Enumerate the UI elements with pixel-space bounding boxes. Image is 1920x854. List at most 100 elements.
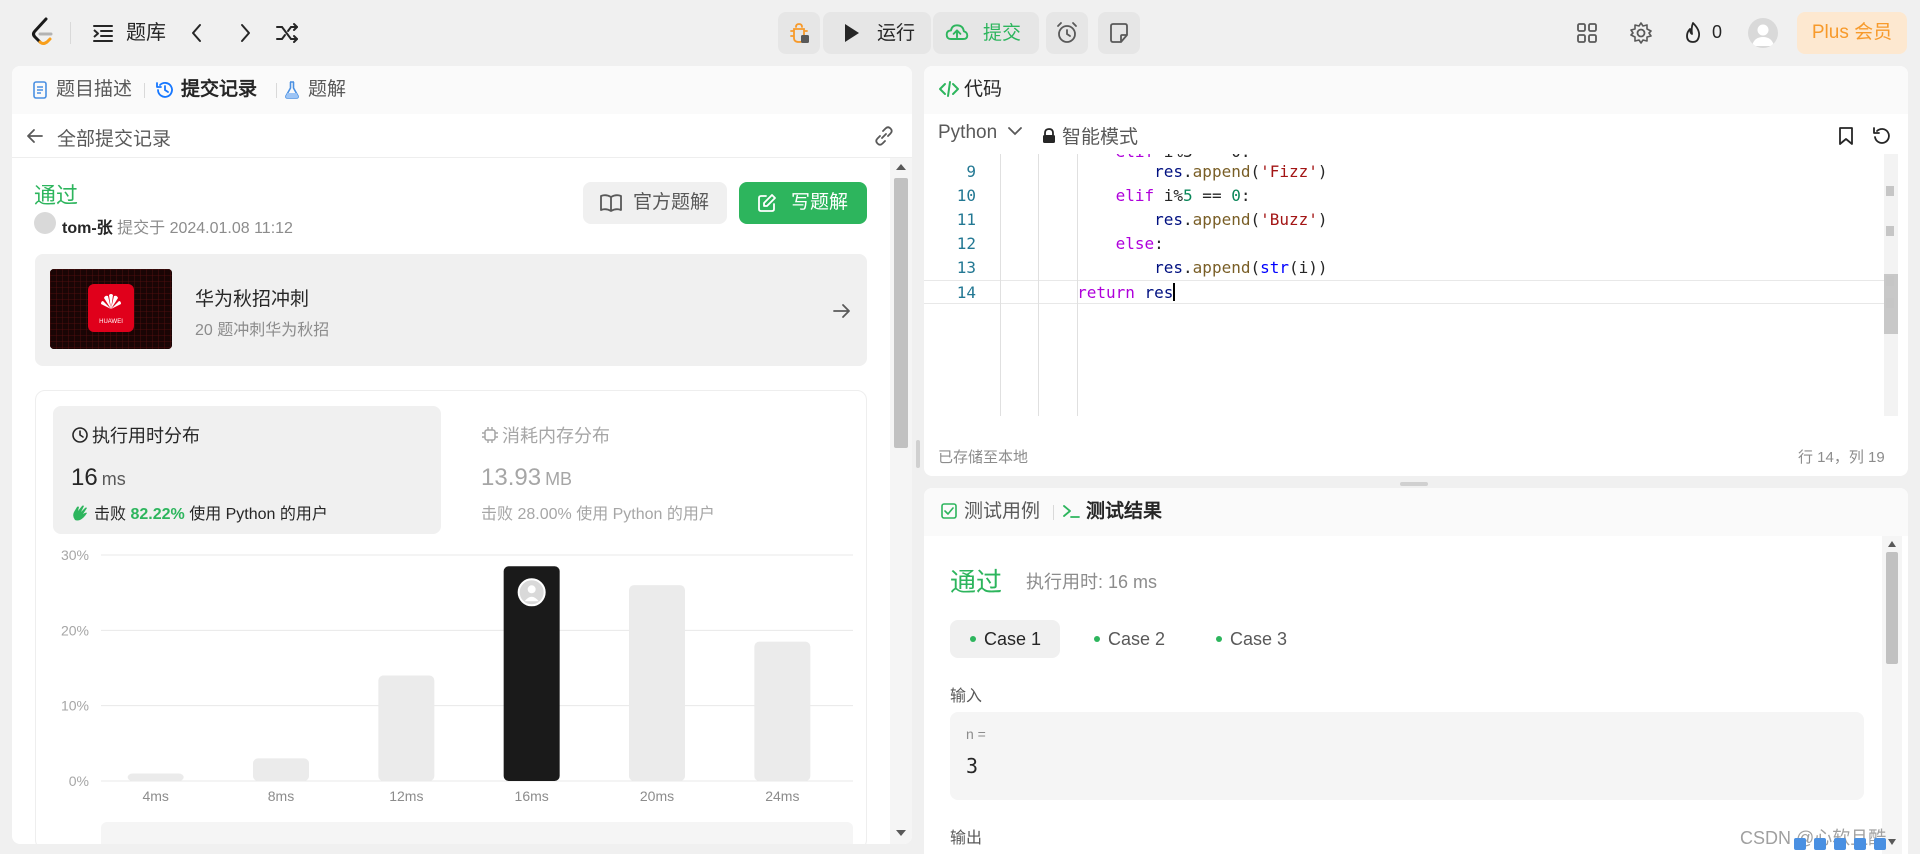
tab-code[interactable]: 代码 xyxy=(938,77,1002,103)
y-tick-label: 20% xyxy=(61,622,89,638)
scroll-up-icon[interactable] xyxy=(1887,540,1897,548)
test-result-panel: 测试用例 测试结果 通过 执行用时: 16 ms Case 1 Case 2 C… xyxy=(924,488,1908,854)
scroll-down-icon[interactable] xyxy=(895,828,907,838)
code-line: 9 res.append('Fizz') xyxy=(924,160,1884,184)
user-avatar[interactable] xyxy=(1748,18,1778,48)
panel-resize-handle[interactable] xyxy=(916,440,920,468)
panel-resize-handle[interactable] xyxy=(1400,482,1428,486)
scroll-thumb[interactable] xyxy=(1886,552,1898,664)
bar xyxy=(127,773,184,781)
run-button[interactable]: 运行 xyxy=(823,12,931,54)
chevron-right-icon[interactable] xyxy=(232,20,258,46)
debug-button[interactable] xyxy=(778,12,820,54)
code-line: 10 elif i%5 == 0: xyxy=(924,184,1884,208)
y-tick-label: 30% xyxy=(61,547,89,563)
input-box: n = 3 xyxy=(950,712,1864,800)
case-label: Case 1 xyxy=(984,629,1042,649)
bar xyxy=(378,675,435,781)
leetcode-logo-icon[interactable] xyxy=(28,16,58,50)
author-name[interactable]: tom-张 xyxy=(62,220,113,237)
test-scrollbar[interactable] xyxy=(1882,536,1902,854)
indent-guide xyxy=(1038,154,1039,416)
bookmark-icon[interactable] xyxy=(1838,126,1854,146)
tab-test-result[interactable]: 测试结果 xyxy=(1062,499,1162,525)
problem-list-link[interactable]: 题库 xyxy=(126,20,166,46)
y-tick-label: 10% xyxy=(61,698,89,714)
pass-dot-icon xyxy=(970,636,976,642)
author-line: tom-张 提交于 2024.01.08 11:12 xyxy=(62,214,293,238)
reset-icon[interactable] xyxy=(1872,126,1892,146)
submit-time: 提交于 2024.01.08 11:12 xyxy=(117,220,293,237)
case-tab-2[interactable]: Case 2 xyxy=(1074,620,1184,658)
case-tab-3[interactable]: Case 3 xyxy=(1196,620,1306,658)
submit-button[interactable]: 提交 xyxy=(933,12,1039,54)
cloud-upload-icon xyxy=(945,24,969,40)
divider xyxy=(1053,505,1054,520)
code-text: res.append(str(i)) xyxy=(1154,258,1328,277)
scroll-up-icon[interactable] xyxy=(895,162,907,172)
huawei-wordmark: HUAWEI xyxy=(99,319,123,325)
document-icon xyxy=(33,81,47,99)
fire-icon[interactable] xyxy=(1680,20,1706,46)
notes-button[interactable] xyxy=(1098,12,1140,54)
promo-card[interactable]: HUAWEI 华为秋招冲刺 20 题冲刺华为秋招 xyxy=(35,254,867,366)
layout-grid-icon[interactable] xyxy=(1574,20,1600,46)
indent-guide xyxy=(1077,154,1078,416)
case-label: Case 3 xyxy=(1230,629,1288,649)
code-tab-label: 代码 xyxy=(964,79,1003,100)
streak-count: 0 xyxy=(1712,22,1723,42)
scroll-thumb[interactable] xyxy=(894,178,908,448)
timer-button[interactable] xyxy=(1046,12,1088,54)
tab-submissions[interactable]: 提交记录 xyxy=(155,77,275,103)
left-tab-bar: 题目描述 提交记录 题解 xyxy=(12,66,912,114)
result-runtime: 执行用时: 16 ms xyxy=(1026,572,1158,592)
smart-mode-toggle[interactable]: 智能模式 xyxy=(1042,122,1138,149)
code-text: res.append('Buzz') xyxy=(1154,210,1328,229)
test-result-label: 测试结果 xyxy=(1086,501,1163,522)
tab-label: 题目描述 xyxy=(56,79,133,100)
avatar-icon xyxy=(1752,24,1774,46)
author-avatar xyxy=(34,212,56,234)
write-solution-button[interactable]: 写题解 xyxy=(739,182,867,224)
link-icon[interactable] xyxy=(872,124,896,148)
checkbox-icon xyxy=(941,503,957,519)
case-tab-1[interactable]: Case 1 xyxy=(950,620,1060,658)
all-submissions-link[interactable]: 全部提交记录 xyxy=(57,124,171,151)
official-solution-button[interactable]: 官方题解 xyxy=(583,182,727,224)
divider xyxy=(70,22,71,44)
save-status: 已存储至本地 xyxy=(938,449,1029,466)
x-tick-label: 12ms xyxy=(389,788,423,804)
gear-icon[interactable] xyxy=(1628,20,1654,46)
huawei-promo-image: HUAWEI xyxy=(50,269,172,349)
stats-card: 执行用时分布 16 ms 击败 82.22% 使用 Python 的用户 消耗内存… xyxy=(35,390,867,844)
case-label: Case 2 xyxy=(1108,629,1166,649)
left-scrollbar[interactable] xyxy=(890,158,912,844)
arrow-left-icon[interactable] xyxy=(24,125,46,147)
code-line-active: 14 return res xyxy=(924,280,1884,304)
result-status: 通过 xyxy=(950,567,1003,597)
tab-description[interactable]: 题目描述 xyxy=(30,77,150,103)
pass-dot-icon xyxy=(1216,636,1222,642)
chart-range-slider[interactable] xyxy=(101,822,853,844)
chevron-left-icon[interactable] xyxy=(184,20,210,46)
shuffle-icon[interactable] xyxy=(274,20,300,46)
run-label: 运行 xyxy=(877,23,916,44)
code-text: return res xyxy=(1077,283,1176,302)
x-tick-label: 20ms xyxy=(640,788,674,804)
editor-toolbar: Python 智能模式 xyxy=(924,114,1908,154)
tab-test-cases[interactable]: 测试用例 xyxy=(940,499,1040,525)
huawei-logo-icon: HUAWEI xyxy=(50,269,172,349)
plus-membership-button[interactable]: Plus 会员 xyxy=(1797,12,1907,54)
tab-label: 题解 xyxy=(308,79,347,100)
flask-icon xyxy=(285,81,299,99)
tab-solutions[interactable]: 题解 xyxy=(282,77,362,103)
bar xyxy=(629,585,685,781)
line-number: 10 xyxy=(956,186,976,205)
pass-dot-icon xyxy=(1094,636,1100,642)
line-number: 14 xyxy=(956,283,976,302)
code-editor[interactable]: elif i%3 == 0: 9 res.append('Fizz') 10 e… xyxy=(924,154,1884,416)
problem-list-icon[interactable] xyxy=(90,20,116,46)
minimap-mark xyxy=(1886,298,1894,308)
code-line: 13 res.append(str(i)) xyxy=(924,256,1884,280)
language-select[interactable]: Python xyxy=(938,122,1023,144)
